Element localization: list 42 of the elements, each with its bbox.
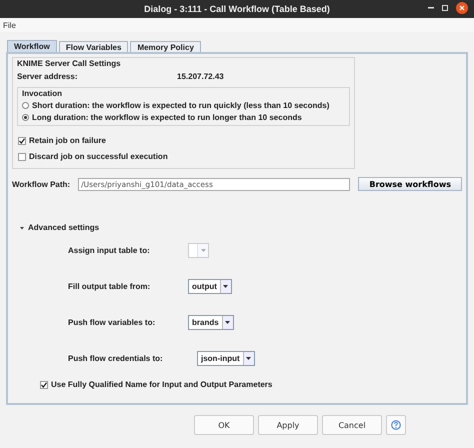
checkbox-label: Retain job on failure [29,136,106,145]
field-label: Push flow variables to: [68,318,156,326]
dialog-button[interactable]: Cancel [322,415,382,435]
field-label: Assign input table to: [68,246,151,254]
expander-icon[interactable] [20,226,24,230]
dropdown[interactable]: brands [188,314,234,330]
maximize-icon[interactable] [442,5,448,11]
checkbox[interactable] [18,152,26,160]
caret-icon [200,248,206,252]
caret-icon [246,356,252,360]
caret-icon [225,320,230,324]
group-title: KNIME Server Call Settings [17,59,122,68]
dialog-button[interactable]: OK [194,415,254,435]
help-icon [391,420,401,430]
radio-label: Long duration: the workflow is expected to run longer than 10 seconds [32,113,302,122]
checkbox-label: Discard job on successful execution [29,152,168,161]
radio-button[interactable] [22,114,29,121]
close-icon[interactable] [456,2,468,14]
menu-item[interactable]: File [3,20,16,30]
dialog-button[interactable]: Apply [258,415,318,435]
radio-button[interactable] [22,102,29,109]
window-title: Dialog - 3:111 - Call Workflow (Table Based) [144,4,330,14]
help-button[interactable] [386,415,406,435]
checkbox-label: Use Fully Qualified Name for Input and Output Parameters [51,380,272,389]
section-label: Advanced settings [28,223,100,232]
tab[interactable]: Memory Policy [130,41,201,52]
radio-label: Short duration: the workflow is expected to run quickly (less than 10 seconds) [32,101,330,110]
field-label: Push flow credentials to: [68,354,164,362]
dropdown[interactable]: output [188,278,232,294]
tab[interactable]: Flow Variables [58,41,128,52]
field-label: Server address: [17,72,78,81]
field-label: Workflow Path: [12,180,70,188]
caret-icon [223,284,228,288]
dropdown[interactable]: json-input [197,350,255,366]
browse-button[interactable]: Browse workflows [358,177,462,191]
group-title: Invocation [22,89,64,98]
server-address: 15.207.72.43 [177,72,224,81]
checkbox[interactable] [18,136,26,144]
tab[interactable]: Workflow [7,40,57,52]
checkbox[interactable] [40,380,48,388]
minimize-icon[interactable] [428,7,434,9]
field-label: Fill output table from: [68,282,152,290]
